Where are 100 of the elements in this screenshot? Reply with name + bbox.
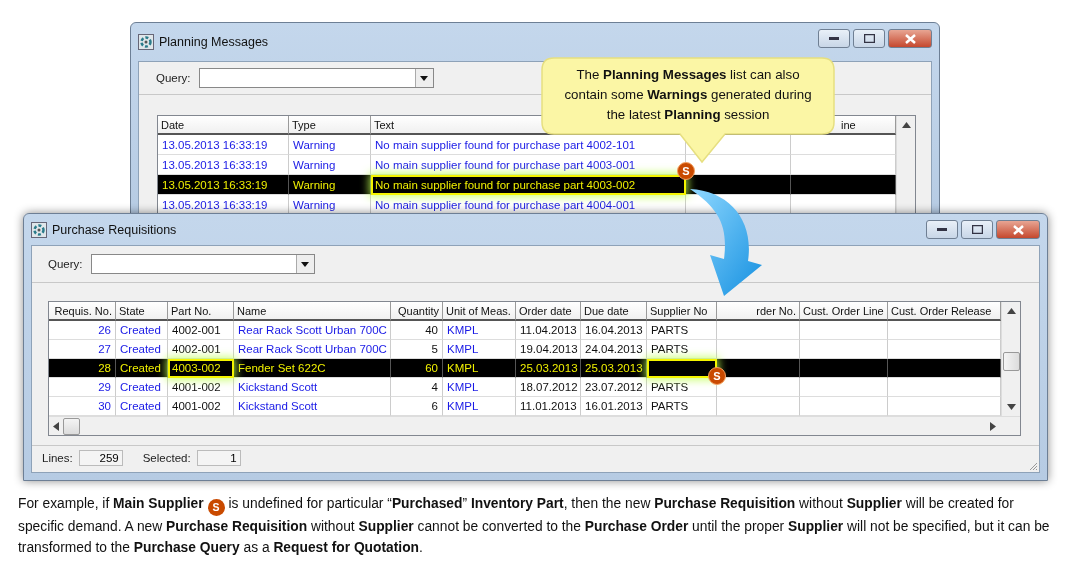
table-cell: 30 [49, 397, 116, 416]
table-cell: 25.03.2013 [581, 359, 647, 378]
table-cell: Kickstand Scott [234, 378, 391, 397]
table-cell: 24.04.2013 [581, 340, 647, 359]
resize-grip-icon[interactable] [1028, 461, 1038, 471]
table-cell: 4002-001 [168, 321, 234, 340]
table-cell: Created [116, 359, 168, 378]
column-header[interactable]: Order date [516, 302, 581, 321]
scroll-up-arrow-icon[interactable] [901, 122, 911, 128]
table-cell: KMPL [443, 359, 516, 378]
table-cell: 11.01.2013 [516, 397, 581, 416]
table-cell: 4003-002 [168, 359, 234, 378]
scroll-down-arrow-icon[interactable] [1006, 404, 1016, 410]
column-header[interactable]: Supplier No [647, 302, 717, 321]
scroll-thumb[interactable] [63, 417, 80, 435]
maximize-icon [863, 34, 875, 43]
minimize-button[interactable] [818, 29, 850, 48]
step-badge: S [207, 499, 225, 516]
column-header[interactable]: Unit of Meas. [443, 302, 516, 321]
column-header[interactable]: Requis. No. [49, 302, 116, 321]
table-cell: 25.03.2013 [516, 359, 581, 378]
close-icon [904, 33, 916, 44]
table-cell: Warning [289, 155, 371, 175]
table-cell: Created [116, 340, 168, 359]
minimize-button[interactable] [926, 220, 958, 239]
table-cell: 13.05.2013 16:33:19 [158, 155, 289, 175]
table-cell: KMPL [443, 378, 516, 397]
app-icon [138, 34, 154, 50]
table-cell: Created [116, 321, 168, 340]
query-dropdown[interactable] [198, 68, 434, 88]
query-label: Query: [156, 72, 191, 84]
minimize-icon [829, 37, 839, 40]
maximize-button[interactable] [853, 29, 885, 48]
table-cell: 27 [49, 340, 116, 359]
column-header[interactable]: State [116, 302, 168, 321]
table-cell: Rear Rack Scott Urban 700C [234, 321, 391, 340]
query-label: Query: [48, 258, 83, 270]
scroll-up-arrow-icon[interactable] [1006, 308, 1016, 314]
column-header[interactable]: Quantity [391, 302, 443, 321]
table-cell: Rear Rack Scott Urban 700C [234, 340, 391, 359]
table-cell: 4001-002 [168, 378, 234, 397]
table-cell: 4 [391, 378, 443, 397]
table-cell: Fender Set 622C [234, 359, 391, 378]
table-cell: 11.04.2013 [516, 321, 581, 340]
maximize-button[interactable] [961, 220, 993, 239]
column-header[interactable]: Name [234, 302, 391, 321]
column-header[interactable]: Part No. [168, 302, 234, 321]
table-cell: 26 [49, 321, 116, 340]
table-cell: Kickstand Scott [234, 397, 391, 416]
scroll-thumb[interactable] [1002, 352, 1020, 371]
table-cell: 16.04.2013 [581, 321, 647, 340]
lines-count: 259 [78, 450, 123, 466]
table-cell: PARTS [647, 340, 717, 359]
table-cell: 28 [49, 359, 116, 378]
table-cell: 60 [391, 359, 443, 378]
table-cell: 16.01.2013 [581, 397, 647, 416]
table-cell: PARTS [647, 397, 717, 416]
selected-label: Selected: [142, 452, 191, 464]
table-cell: KMPL [443, 397, 516, 416]
table-cell: Warning [289, 175, 371, 195]
dropdown-arrow-icon [420, 75, 428, 81]
table-cell: Created [116, 378, 168, 397]
close-icon [1012, 224, 1024, 235]
close-button[interactable] [888, 29, 932, 48]
horizontal-scrollbar[interactable] [49, 416, 1020, 435]
column-header[interactable]: Due date [581, 302, 647, 321]
table-cell: KMPL [443, 321, 516, 340]
app-icon [31, 221, 47, 238]
table-cell: No main supplier found for purchase part 4004-001 [371, 195, 686, 213]
table-cell: 4001-002 [168, 397, 234, 416]
selected-count: 1 [196, 450, 241, 466]
table-cell: 4002-001 [168, 340, 234, 359]
table-cell: 19.04.2013 [516, 340, 581, 359]
dropdown-arrow-icon [301, 261, 309, 267]
column-header[interactable]: rder No. [717, 302, 800, 321]
table-cell: No main supplier found for purchase part 4002-101 [371, 135, 686, 155]
scroll-right-arrow-icon[interactable] [990, 421, 996, 431]
table-cell: Warning [289, 135, 371, 155]
maximize-icon [971, 225, 983, 234]
note-paragraph: For example, if Main Supplier S is undefined for particular “Purchased” Inventory Part, then the new Purchase Requisition without Supplier will be created for specific demand. A new Purchase Requisition without Supplier cannot be converted to the Purchase Order until the proper Supplier will not be specified, but it can be transformed to the Purchase Query as a Request for Quotation. [18, 495, 1051, 557]
table-cell: 29 [49, 378, 116, 397]
column-header[interactable]: Type [289, 116, 371, 135]
table-cell: 13.05.2013 16:33:19 [158, 175, 289, 195]
window-title: Purchase Requisitions [52, 222, 177, 237]
column-header[interactable]: Cust. Order Line [800, 302, 888, 321]
table-cell: KMPL [443, 340, 516, 359]
query-dropdown[interactable] [90, 254, 315, 274]
close-button[interactable] [996, 220, 1040, 239]
scroll-left-arrow-icon[interactable] [53, 421, 59, 431]
column-header[interactable]: Date [158, 116, 289, 135]
table-cell: 13.05.2013 16:33:19 [158, 135, 289, 155]
table-cell: 23.07.2012 [581, 378, 647, 397]
table-cell: PARTS [647, 321, 717, 340]
window-title: Planning Messages [159, 35, 269, 49]
column-header[interactable]: Cust. Order Release [888, 302, 1001, 321]
lines-label: Lines: [42, 452, 73, 464]
table-cell: 13.05.2013 16:33:19 [158, 195, 289, 213]
table-cell: 5 [391, 340, 443, 359]
vertical-scrollbar[interactable] [1001, 302, 1020, 416]
table-cell: Created [116, 397, 168, 416]
